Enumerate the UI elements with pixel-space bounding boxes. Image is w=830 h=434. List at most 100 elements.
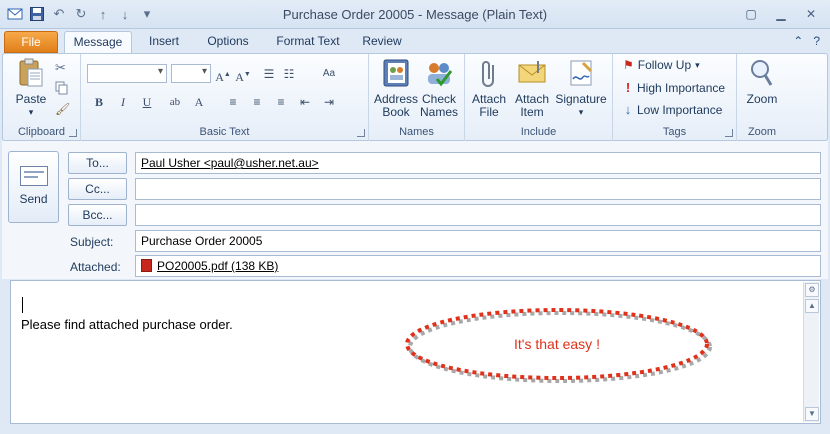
- pdf-icon: [141, 259, 152, 272]
- scroll-down-icon[interactable]: ▼: [805, 407, 819, 421]
- check-names-label-2: Names: [419, 105, 458, 119]
- check-names-button[interactable]: Check Names: [419, 57, 459, 119]
- text-caret: [22, 297, 23, 313]
- follow-up-button[interactable]: ⚑ Follow Up ▾: [623, 58, 700, 72]
- tags-group-label: Tags: [662, 126, 687, 138]
- signature-label: Signature: [555, 92, 607, 106]
- high-importance-label: High Importance: [637, 80, 726, 95]
- tab-format-text[interactable]: Format Text: [266, 31, 350, 53]
- message-body[interactable]: Please find attached purchase order. It'…: [10, 280, 821, 424]
- paperclip-icon: [473, 57, 505, 89]
- zoom-label: Zoom: [746, 92, 778, 106]
- cc-button[interactable]: Cc...: [68, 178, 127, 200]
- paste-icon: [15, 57, 47, 89]
- align-center-icon[interactable]: ≡: [249, 94, 265, 110]
- clear-formatting-icon[interactable]: Aa: [321, 66, 337, 82]
- tab-right-controls: ⌃ ?: [793, 34, 820, 48]
- close-icon[interactable]: ✕: [798, 4, 824, 24]
- tags-group: ⚑ Follow Up ▾ ! High Importance ↓ Low Im…: [613, 54, 737, 141]
- paste-button[interactable]: Paste ▾: [11, 57, 51, 119]
- cc-field[interactable]: [135, 178, 821, 200]
- tab-file[interactable]: File: [4, 31, 58, 53]
- bold-icon[interactable]: B: [91, 94, 107, 110]
- names-group: Address Book Check Names Names: [369, 54, 465, 141]
- window-bottom-border: [0, 424, 830, 434]
- bcc-button[interactable]: Bcc...: [68, 204, 127, 226]
- collapse-ribbon-icon[interactable]: ⌃: [793, 34, 803, 48]
- compose-header: Send To... Paul Usher <paul@usher.net.au…: [2, 141, 828, 279]
- tab-insert[interactable]: Insert: [138, 31, 190, 53]
- scroll-options-icon[interactable]: ⚙: [805, 283, 819, 297]
- attachment-link[interactable]: PO20005.pdf (138 KB): [157, 259, 278, 273]
- tab-review[interactable]: Review: [356, 31, 408, 53]
- highlight-icon[interactable]: ab: [167, 94, 183, 110]
- bcc-field[interactable]: [135, 204, 821, 226]
- clipboard-group: Paste ▾ ✂ 🖌 Clipboard: [3, 54, 81, 141]
- grow-font-icon[interactable]: A▲: [215, 66, 231, 84]
- follow-up-dropdown-icon[interactable]: ▾: [695, 60, 700, 71]
- bullets-icon[interactable]: ☰: [261, 66, 277, 82]
- to-recipient[interactable]: Paul Usher <paul@usher.net.au>: [141, 156, 319, 170]
- ribbon: Paste ▾ ✂ 🖌 Clipboard A▲ A▼ ☰ ☷ Aa B I U…: [2, 53, 828, 141]
- minimize-icon[interactable]: ▁: [768, 4, 794, 24]
- signature-dropdown-icon[interactable]: ▾: [553, 106, 609, 119]
- attachment-field: PO20005.pdf (138 KB): [135, 255, 821, 277]
- underline-icon[interactable]: U: [139, 94, 155, 110]
- font-color-icon[interactable]: A: [191, 94, 207, 110]
- restore-icon[interactable]: ▢: [738, 4, 764, 24]
- tab-message[interactable]: Message: [64, 31, 132, 53]
- include-group-label: Include: [520, 126, 557, 138]
- attach-file-button[interactable]: Attach File: [469, 57, 509, 119]
- high-importance-button[interactable]: ! High Importance: [623, 80, 725, 95]
- font-size-select[interactable]: [171, 64, 211, 83]
- paste-dropdown-icon[interactable]: ▾: [11, 106, 51, 119]
- body-text: Please find attached purchase order.: [21, 317, 233, 332]
- names-group-label: Names: [399, 126, 434, 138]
- basic-text-group-label: Basic Text: [199, 126, 250, 138]
- tags-launcher-icon[interactable]: [725, 129, 733, 137]
- address-book-icon: [380, 57, 412, 89]
- increase-indent-icon[interactable]: ⇥: [321, 94, 337, 110]
- cut-icon[interactable]: ✂: [55, 60, 71, 76]
- window-title: Purchase Order 20005 - Message (Plain Te…: [282, 7, 548, 22]
- subject-label: Subject:: [70, 235, 114, 249]
- address-book-button[interactable]: Address Book: [373, 57, 419, 119]
- zoom-button[interactable]: Zoom: [741, 57, 783, 106]
- send-button[interactable]: Send: [8, 151, 59, 223]
- format-painter-icon[interactable]: 🖌: [55, 102, 71, 118]
- send-label: Send: [19, 192, 48, 206]
- signature-button[interactable]: Signature ▾: [553, 57, 609, 119]
- clipboard-launcher-icon[interactable]: [69, 129, 77, 137]
- zoom-group: Zoom Zoom: [737, 54, 787, 141]
- italic-icon[interactable]: I: [115, 94, 131, 110]
- numbering-icon[interactable]: ☷: [281, 66, 297, 82]
- align-left-icon[interactable]: ≡: [225, 94, 241, 110]
- format-row: B I U ab A ≡ ≡ ≡ ⇤ ⇥: [91, 94, 337, 110]
- follow-up-label: Follow Up: [637, 58, 692, 72]
- zoom-group-label: Zoom: [747, 126, 777, 138]
- help-icon[interactable]: ?: [813, 34, 820, 48]
- low-importance-button[interactable]: ↓ Low Importance: [623, 102, 723, 117]
- window-controls: ▢ ▁ ✕: [738, 4, 824, 24]
- address-book-label-2: Book: [382, 105, 410, 119]
- low-importance-label: Low Importance: [637, 102, 723, 117]
- vertical-scrollbar[interactable]: ⚙ ▲ ▼: [803, 282, 819, 422]
- check-names-icon: [423, 57, 455, 89]
- to-button[interactable]: To...: [68, 152, 127, 174]
- attach-file-label-2: File: [479, 105, 499, 119]
- attached-label: Attached:: [70, 260, 121, 274]
- scroll-up-icon[interactable]: ▲: [805, 299, 819, 313]
- basic-text-launcher-icon[interactable]: [357, 129, 365, 137]
- shrink-font-icon[interactable]: A▼: [235, 66, 251, 84]
- subject-field[interactable]: Purchase Order 20005: [135, 230, 821, 252]
- attach-item-icon: [516, 57, 548, 89]
- decrease-indent-icon[interactable]: ⇤: [297, 94, 313, 110]
- attach-item-button[interactable]: Attach Item: [511, 57, 553, 119]
- align-right-icon[interactable]: ≡: [273, 94, 289, 110]
- to-field[interactable]: Paul Usher <paul@usher.net.au>: [135, 152, 821, 174]
- copy-icon[interactable]: [55, 81, 71, 97]
- tab-options[interactable]: Options: [196, 31, 260, 53]
- font-family-select[interactable]: [87, 64, 167, 83]
- title-bar: ↶ ↻ ↑ ↓ ▾ Purchase Order 20005 - Message…: [0, 0, 830, 29]
- low-importance-icon: ↓: [624, 102, 632, 117]
